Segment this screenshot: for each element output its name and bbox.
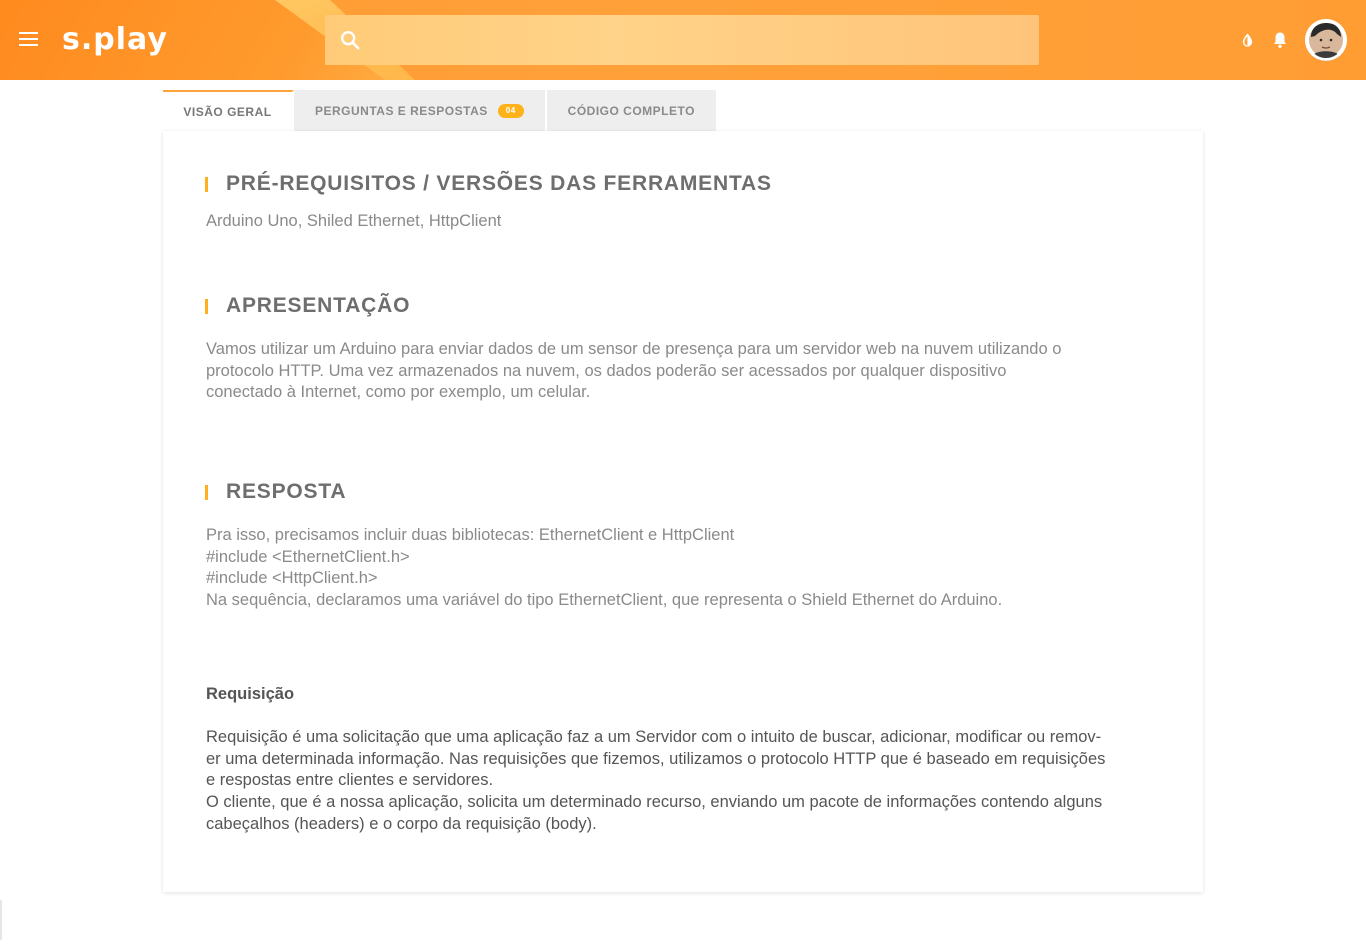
tab-label: PERGUNTAS E RESPOSTAS xyxy=(315,103,488,118)
requisicao-heading: Requisição xyxy=(206,685,295,703)
requisicao-text: Requisição é uma solicitação que uma apl… xyxy=(206,728,1106,833)
notifications-icon[interactable] xyxy=(1272,31,1288,49)
title-accent-bar xyxy=(205,485,208,500)
content-card: PRÉ-REQUISITOS / VERSÕES DAS FERRAMENTAS… xyxy=(163,131,1203,892)
search-icon[interactable] xyxy=(339,29,361,51)
user-photo-icon xyxy=(1305,19,1347,61)
tab-label: CÓDIGO COMPLETO xyxy=(567,103,695,118)
search-bar[interactable] xyxy=(325,15,1039,67)
questions-count-badge: 04 xyxy=(497,103,524,118)
apresentacao-text: Vamos utilizar um Arduino para enviar da… xyxy=(206,340,1062,402)
left-scroll-edge xyxy=(0,900,2,940)
avatar[interactable] xyxy=(1305,19,1347,61)
search-input[interactable] xyxy=(373,15,1027,67)
logo[interactable]: s.play xyxy=(62,20,168,60)
section-title-resposta: RESPOSTA xyxy=(205,479,346,505)
tab-perguntas-e-respostas[interactable]: PERGUNTAS E RESPOSTAS 04 xyxy=(294,90,547,131)
contrast-icon[interactable] xyxy=(1240,32,1255,48)
title-accent-bar xyxy=(205,177,208,192)
tab-bar: VISÃO GERAL PERGUNTAS E RESPOSTAS 04 CÓD… xyxy=(163,90,718,131)
top-bar: s.play xyxy=(0,0,1366,80)
title-accent-bar xyxy=(205,299,208,314)
resposta-text: Pra isso, precisamos incluir duas biblio… xyxy=(206,526,1003,610)
tab-codigo-completo[interactable]: CÓDIGO COMPLETO xyxy=(546,90,718,131)
tab-visao-geral[interactable]: VISÃO GERAL xyxy=(163,90,294,131)
section-title-prerequisitos: PRÉ-REQUISITOS / VERSÕES DAS FERRAMENTAS xyxy=(205,171,772,197)
tab-label: VISÃO GERAL xyxy=(183,104,272,119)
menu-icon[interactable] xyxy=(19,32,39,48)
section-title-apresentacao: APRESENTAÇÃO xyxy=(205,293,410,319)
prerequisitos-text: Arduino Uno, Shiled Ethernet, HttpClient xyxy=(206,212,502,230)
